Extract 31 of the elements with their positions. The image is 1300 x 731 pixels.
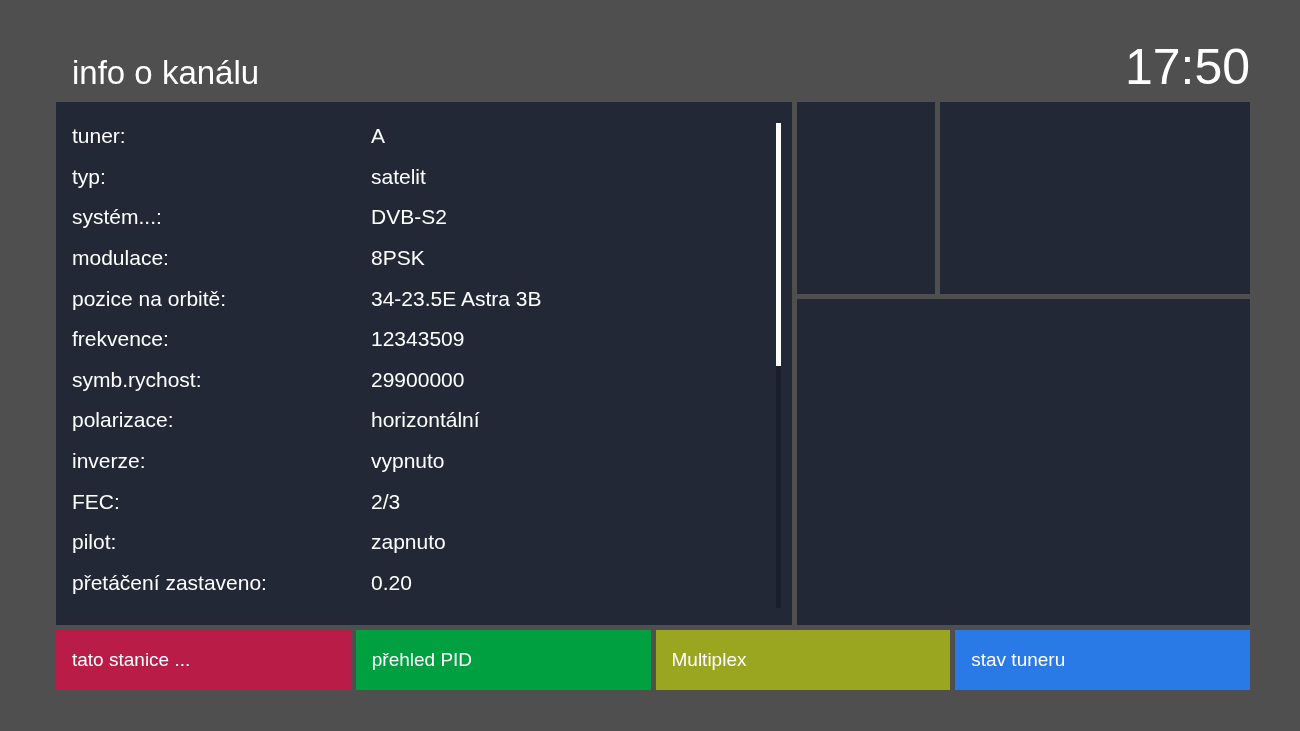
info-value: 34-23.5E Astra 3B xyxy=(371,286,542,311)
info-value: horizontální xyxy=(371,408,480,433)
info-value: 0.20 xyxy=(371,570,412,595)
info-label: typ: xyxy=(72,164,107,189)
info-label: frekvence: xyxy=(72,327,170,352)
info-label: modulace: xyxy=(72,246,170,271)
color-key-button[interactable]: tato stanice ... xyxy=(56,630,351,690)
info-label: pozice na orbitě: xyxy=(72,286,228,311)
info-label: pilot: xyxy=(72,530,118,555)
info-value: 2/3 xyxy=(371,489,401,514)
info-value: 12343509 xyxy=(371,327,465,352)
info-value: 29900000 xyxy=(371,367,465,392)
color-key-button[interactable]: Multiplex xyxy=(655,630,951,690)
info-label: FEC: xyxy=(72,489,121,514)
info-value: A xyxy=(371,124,385,149)
clock: 17:50 xyxy=(1124,42,1250,92)
info-value: vypnuto xyxy=(371,449,445,474)
info-value: DVB-S2 xyxy=(371,205,447,230)
color-key-button[interactable]: přehled PID xyxy=(355,630,651,690)
info-value: zapnuto xyxy=(371,530,446,555)
info-label: systém...: xyxy=(72,205,163,230)
info-label: symb.rychost: xyxy=(72,367,203,392)
info-value: satelit xyxy=(371,164,426,189)
info-label: přetáčení zastaveno: xyxy=(72,570,268,595)
info-label: polarizace: xyxy=(72,408,175,433)
screen-title: info o kanálu xyxy=(72,54,260,92)
info-label: inverze: xyxy=(72,449,147,474)
info-label: tuner: xyxy=(72,124,127,149)
info-value: 8PSK xyxy=(371,246,425,271)
color-key-button[interactable]: stav tuneru xyxy=(955,630,1250,690)
scrollbar[interactable] xyxy=(776,123,781,608)
